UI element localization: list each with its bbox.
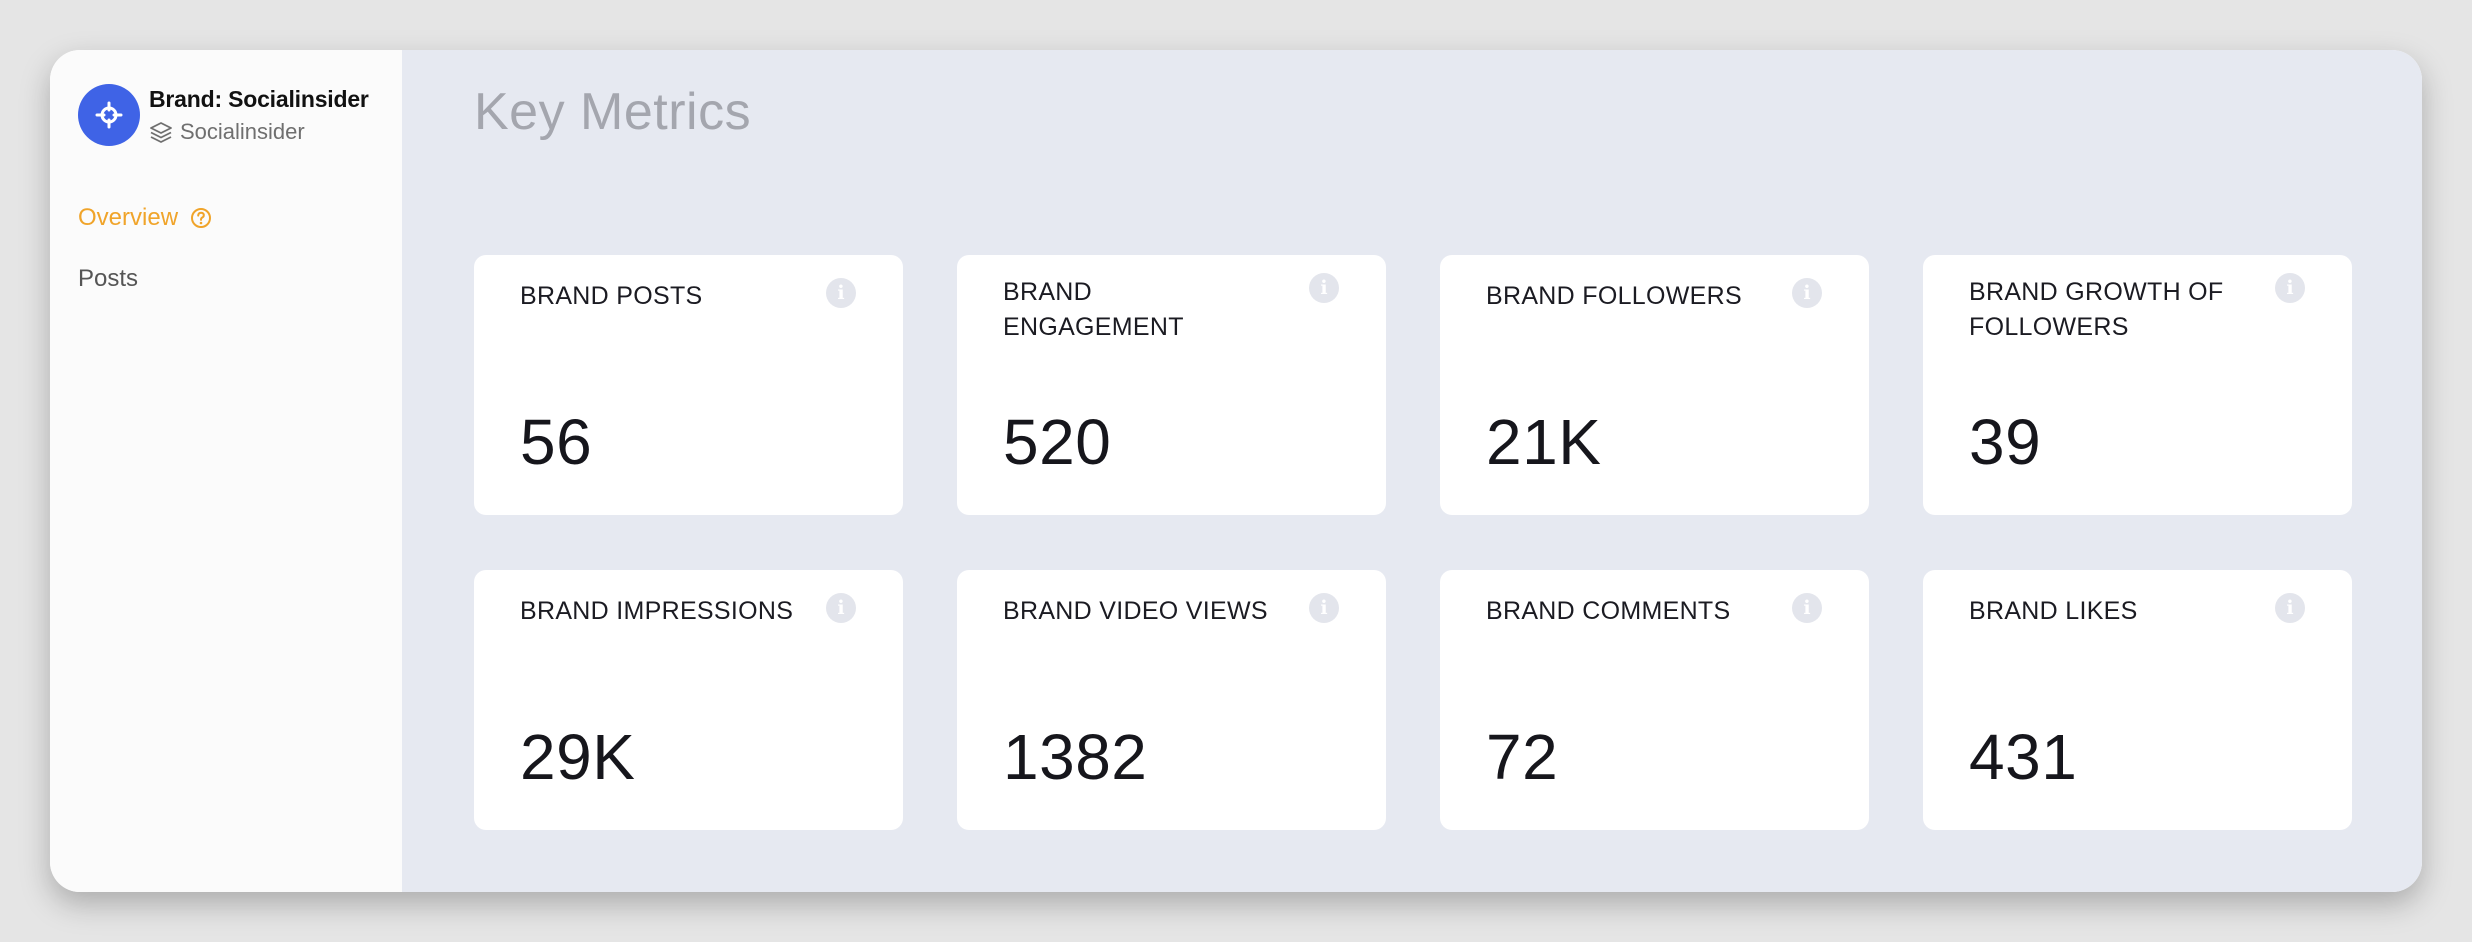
- info-icon[interactable]: i: [2275, 593, 2305, 623]
- app-window: Brand: Socialinsider Socialinsider Overv…: [50, 50, 2422, 892]
- sidebar-item-posts[interactable]: Posts: [78, 261, 212, 297]
- info-icon[interactable]: i: [826, 278, 856, 308]
- layers-icon: [150, 121, 172, 143]
- info-icon[interactable]: i: [1309, 273, 1339, 303]
- metric-value: 520: [1003, 406, 1112, 478]
- metric-card-brand-growth-of-followers: BRAND GROWTH OF FOLLOWERS i 39: [1923, 255, 2352, 515]
- metric-card-brand-engagement: BRAND ENGAGEMENT i 520: [957, 255, 1386, 515]
- sidebar-item-overview[interactable]: Overview: [78, 200, 212, 236]
- brand-account: Socialinsider: [149, 119, 369, 145]
- metric-value: 431: [1969, 721, 2078, 793]
- brand-header: Brand: Socialinsider Socialinsider: [78, 84, 369, 146]
- metric-label: BRAND POSTS: [520, 282, 703, 310]
- metric-value: 29K: [520, 721, 636, 793]
- metric-label: BRAND LIKES: [1969, 597, 2138, 625]
- metric-value: 39: [1969, 406, 2042, 478]
- info-icon[interactable]: i: [1792, 593, 1822, 623]
- brand-avatar[interactable]: [78, 84, 140, 146]
- metric-label: BRAND COMMENTS: [1486, 597, 1731, 625]
- metric-value: 56: [520, 406, 593, 478]
- metric-label: BRAND ENGAGEMENT: [1003, 278, 1184, 341]
- metric-label: BRAND GROWTH OF FOLLOWERS: [1969, 278, 2224, 341]
- metric-label: BRAND IMPRESSIONS: [520, 597, 794, 625]
- main-content: Key Metrics BRAND POSTS i 56 BRAND ENGAG…: [402, 50, 2422, 892]
- sidebar-item-label: Posts: [78, 265, 139, 292]
- metric-label: BRAND FOLLOWERS: [1486, 282, 1742, 310]
- sidebar-item-label: Overview: [78, 204, 179, 231]
- crosshair-icon: [95, 101, 123, 129]
- page-title: Key Metrics: [474, 83, 752, 141]
- info-icon[interactable]: i: [826, 593, 856, 623]
- brand-name: Brand: Socialinsider: [149, 85, 369, 112]
- metric-card-brand-impressions: BRAND IMPRESSIONS i 29K: [474, 570, 903, 830]
- info-icon[interactable]: i: [1309, 593, 1339, 623]
- metric-value: 1382: [1003, 721, 1148, 793]
- metric-card-brand-video-views: BRAND VIDEO VIEWS i 1382: [957, 570, 1386, 830]
- brand-account-name: Socialinsider: [180, 118, 305, 144]
- metric-card-brand-followers: BRAND FOLLOWERS i 21K: [1440, 255, 1869, 515]
- metric-value: 21K: [1486, 406, 1602, 478]
- info-icon[interactable]: i: [2275, 273, 2305, 303]
- metrics-grid: BRAND POSTS i 56 BRAND ENGAGEMENT i 520 …: [474, 255, 2352, 830]
- metric-card-brand-comments: BRAND COMMENTS i 72: [1440, 570, 1869, 830]
- info-icon[interactable]: i: [1792, 278, 1822, 308]
- sidebar: Brand: Socialinsider Socialinsider Overv…: [50, 50, 402, 892]
- metric-card-brand-likes: BRAND LIKES i 431: [1923, 570, 2352, 830]
- help-circle-icon[interactable]: [190, 207, 212, 229]
- metric-card-brand-posts: BRAND POSTS i 56: [474, 255, 903, 515]
- metric-value: 72: [1486, 721, 1559, 793]
- sidebar-nav: Overview Posts: [78, 200, 212, 322]
- metric-label: BRAND VIDEO VIEWS: [1003, 597, 1268, 625]
